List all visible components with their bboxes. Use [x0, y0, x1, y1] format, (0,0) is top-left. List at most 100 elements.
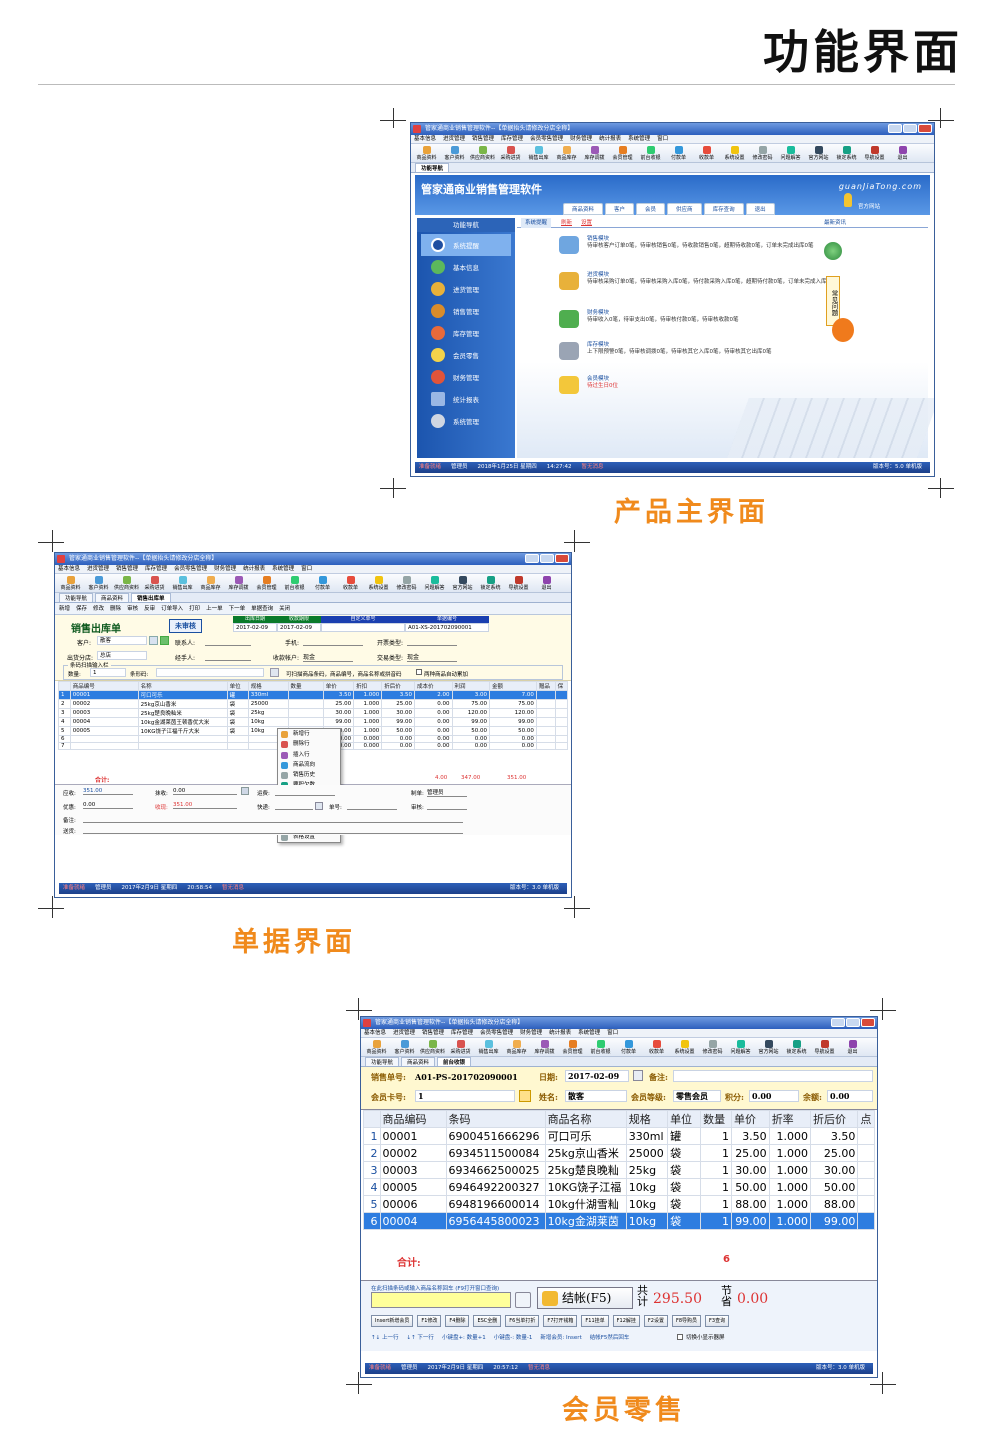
toolbar-button[interactable]: 销售出库	[526, 144, 551, 162]
toolbar-button[interactable]: 问题解答	[728, 1038, 753, 1056]
function-key-button[interactable]: F2设置	[643, 1315, 668, 1327]
toolbar-button[interactable]: 系统设置	[722, 144, 747, 162]
toolbar-button[interactable]: 修改密码	[750, 144, 775, 162]
auto-merge-checkbox[interactable]	[416, 669, 422, 675]
tab-pos[interactable]: 前台收银	[437, 1057, 472, 1066]
account-field[interactable]: 现金	[303, 652, 353, 662]
column-header[interactable]: 商品名称	[544, 1110, 627, 1128]
receivable-field[interactable]: 351.00	[83, 788, 133, 795]
function-key-button[interactable]: F6当单打折	[505, 1315, 540, 1327]
toolbar-button[interactable]: 客户资料	[442, 144, 467, 162]
checkout-button[interactable]: 结帐(F5)	[537, 1287, 633, 1309]
toolbar-button[interactable]: 官方网站	[450, 574, 475, 592]
subtab-reminder[interactable]: 系统提醒	[521, 218, 552, 228]
scan-search-icon[interactable]	[515, 1292, 531, 1308]
toolbar-button[interactable]: 供应商资料	[114, 574, 139, 592]
toolbar-button[interactable]: 问题解答	[778, 144, 803, 162]
express-field[interactable]	[275, 809, 313, 810]
trade-field[interactable]: 现金	[407, 652, 457, 662]
toolbar-button[interactable]: 导航设置	[812, 1038, 837, 1056]
toolbar-button[interactable]: 修改密码	[700, 1038, 725, 1056]
function-key-button[interactable]: Insert新增会员	[371, 1315, 414, 1327]
module-purchase[interactable]: 进货模块 待审核采购订单0笔，待审核采购入库0笔，待付款采购入库0笔，超期待付款0…	[559, 272, 847, 290]
toolbar-button[interactable]: 商品库存	[504, 1038, 529, 1056]
scan-qty-input[interactable]: 1	[90, 668, 126, 677]
close-button[interactable]	[555, 554, 569, 563]
official-site-link[interactable]: 官方网站	[858, 202, 880, 210]
maximize-button[interactable]	[540, 554, 554, 563]
table-row[interactable]: 5 00006 6948196600014 10kg什湖雪籼 10kg 袋 1 88.00 1.…	[363, 1195, 875, 1213]
column-header[interactable]: 单价	[731, 1110, 770, 1128]
menu-item[interactable]: 库存管理	[501, 135, 523, 143]
toolbar-button[interactable]: 系统设置	[672, 1038, 697, 1056]
nav-item-basic[interactable]: 基本信息	[417, 256, 515, 278]
nav-item-system[interactable]: 系统管理	[417, 410, 515, 432]
action-button[interactable]: 保存	[76, 603, 87, 614]
menu-item[interactable]: 库存管理	[145, 565, 167, 573]
menu-item[interactable]: 窗口	[607, 1029, 618, 1037]
menu-item[interactable]: 系统管理	[628, 135, 650, 143]
toolbar-button[interactable]: 导航设置	[506, 574, 531, 592]
column-header[interactable]: 规格	[247, 681, 289, 691]
waybill-field[interactable]	[347, 809, 397, 810]
delivery-field[interactable]	[83, 833, 463, 834]
action-button[interactable]: 上一单	[206, 603, 223, 614]
function-key-button[interactable]: F8导购员	[671, 1315, 702, 1327]
toolbar-button[interactable]: 库存调拨	[226, 574, 251, 592]
banner-tab[interactable]: 供应商	[667, 203, 702, 215]
toggle-checkbox[interactable]	[677, 1334, 683, 1340]
module-sales[interactable]: 销售模块 待审核客户订单0笔，待审核销售0笔，待收款销售0笔，超期待收款0笔，订单…	[559, 236, 847, 254]
settings-link[interactable]: 设置	[581, 218, 592, 228]
toolbar-button[interactable]: 商品资料	[364, 1038, 389, 1056]
toolbar-button[interactable]: 商品资料	[414, 144, 439, 162]
module-member[interactable]: 会员模块 待过生日0位	[559, 376, 847, 394]
barcode-input[interactable]	[156, 668, 264, 677]
column-header[interactable]	[58, 681, 71, 691]
column-header[interactable]: 数量	[287, 681, 324, 691]
note-field[interactable]	[673, 1070, 873, 1082]
action-button[interactable]: 打印	[189, 603, 200, 614]
nav-item-stock[interactable]: 库存管理	[417, 322, 515, 344]
column-header[interactable]	[363, 1110, 381, 1128]
maximize-button[interactable]	[846, 1018, 860, 1027]
toolbar-button[interactable]: 商品资料	[58, 574, 83, 592]
toolbar-button[interactable]: 前台收银	[282, 574, 307, 592]
tab-products[interactable]: 商品资料	[401, 1057, 436, 1066]
handler-field[interactable]	[205, 660, 251, 661]
menu-item[interactable]: 进货管理	[443, 135, 465, 143]
column-header[interactable]: 折后价	[809, 1110, 859, 1128]
nav-item-reminder[interactable]: 系统提醒	[421, 234, 511, 256]
toolbar-button[interactable]: 客户资料	[392, 1038, 417, 1056]
toolbar-button[interactable]: 付款单	[616, 1038, 641, 1056]
function-key-button[interactable]: F1修改	[417, 1315, 442, 1327]
action-button[interactable]: 修改	[93, 603, 104, 614]
column-header[interactable]: 商品编号	[69, 681, 139, 691]
toolbar-button[interactable]: 退出	[840, 1038, 865, 1056]
nav-item-finance[interactable]: 财务管理	[417, 366, 515, 388]
toolbar-button[interactable]: 会员管理	[610, 144, 635, 162]
action-button[interactable]: 审核	[127, 603, 138, 614]
context-menu-item[interactable]: 商品流向	[278, 760, 340, 770]
toolbar-button[interactable]: 采购进货	[498, 144, 523, 162]
toolbar-button[interactable]: 销售出库	[476, 1038, 501, 1056]
tab-products[interactable]: 商品资料	[95, 593, 130, 602]
table-row[interactable]: 1 00001 可口可乐罐 330ml 3.50 1.000 3.50 2.00 3.00 7.0…	[58, 690, 569, 700]
branch-field[interactable]: 总店	[97, 651, 147, 660]
column-header[interactable]: 赠品	[535, 681, 556, 691]
minimize-button[interactable]	[525, 554, 539, 563]
banner-tab[interactable]: 商品资料	[563, 203, 604, 215]
menu-item[interactable]: 进货管理	[87, 565, 109, 573]
discount-field[interactable]: 0.00	[173, 788, 237, 795]
table-row[interactable]: 6 00004 6956445800023 10kg金湖莱茵 10kg 袋 1 99.00 1.…	[363, 1212, 875, 1230]
module-stock[interactable]: 库存模块 上下限预警0笔，待审核调拨0笔，待审核其它入库0笔，待审核其它出库0笔	[559, 342, 847, 360]
menu-item[interactable]: 会员零售管理	[480, 1029, 513, 1037]
menu-item[interactable]: 统计报表	[243, 565, 265, 573]
refresh-link[interactable]: 刷新	[561, 218, 572, 228]
menu-item[interactable]: 会员零售管理	[530, 135, 563, 143]
toolbar-button[interactable]: 收款单	[338, 574, 363, 592]
column-header[interactable]: 折扣	[353, 681, 383, 691]
discount-icon[interactable]	[241, 787, 249, 795]
customer-field[interactable]: 散客	[97, 636, 147, 645]
tab-nav[interactable]: 功能导航	[365, 1057, 400, 1066]
toolbar-button[interactable]: 付款单	[310, 574, 335, 592]
